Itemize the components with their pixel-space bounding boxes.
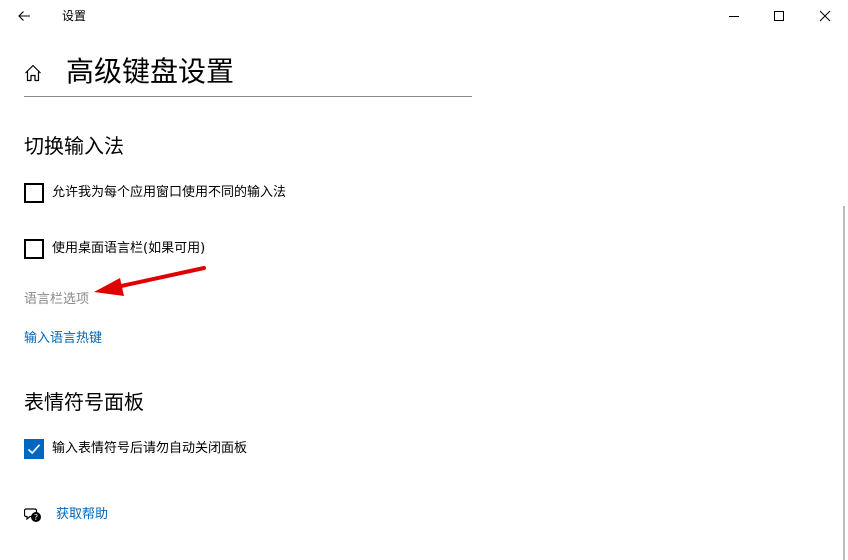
home-button[interactable]: [22, 62, 44, 84]
help-chat-icon: ?: [24, 506, 42, 524]
desktop-language-bar-option[interactable]: 使用桌面语言栏(如果可用): [24, 239, 205, 259]
get-help-row[interactable]: ? 获取帮助: [24, 506, 108, 524]
desktop-language-bar-label[interactable]: 使用桌面语言栏(如果可用): [52, 240, 205, 258]
title-divider: [24, 96, 472, 97]
close-button[interactable]: [802, 0, 848, 32]
get-help-link[interactable]: 获取帮助: [56, 506, 108, 524]
emoji-auto-close-option[interactable]: 输入表情符号后请勿自动关闭面板: [24, 439, 247, 459]
app-title: 设置: [62, 9, 87, 23]
emoji-auto-close-label[interactable]: 输入表情符号后请勿自动关闭面板: [52, 440, 247, 458]
settings-window: 设置 高级键盘设置 切换输入法 允许我为每个应用窗口使用不同的输入法 使用桌面语…: [0, 0, 848, 560]
desktop-language-bar-checkbox[interactable]: [24, 239, 44, 259]
arrow-left-icon: [18, 11, 30, 21]
switch-input-heading: 切换输入法: [24, 134, 124, 158]
maximize-icon: [774, 11, 784, 21]
checkmark-icon: [27, 444, 41, 455]
page-title: 高级键盘设置: [66, 55, 235, 88]
emoji-panel-heading: 表情符号面板: [24, 390, 144, 414]
minimize-icon: [729, 16, 739, 17]
back-button[interactable]: [8, 0, 40, 32]
language-bar-options-label: 语言栏选项: [24, 292, 90, 307]
per-app-input-option[interactable]: 允许我为每个应用窗口使用不同的输入法: [24, 183, 286, 203]
scrollbar[interactable]: [843, 206, 845, 560]
input-language-hotkeys-link[interactable]: 输入语言热键: [24, 330, 102, 348]
per-app-input-label[interactable]: 允许我为每个应用窗口使用不同的输入法: [52, 184, 286, 202]
minimize-button[interactable]: [711, 0, 757, 32]
close-icon: [819, 10, 831, 22]
home-icon: [25, 64, 41, 82]
per-app-input-checkbox[interactable]: [24, 183, 44, 203]
svg-text:?: ?: [34, 513, 38, 522]
maximize-button[interactable]: [756, 0, 802, 32]
emoji-auto-close-checkbox[interactable]: [24, 439, 44, 459]
